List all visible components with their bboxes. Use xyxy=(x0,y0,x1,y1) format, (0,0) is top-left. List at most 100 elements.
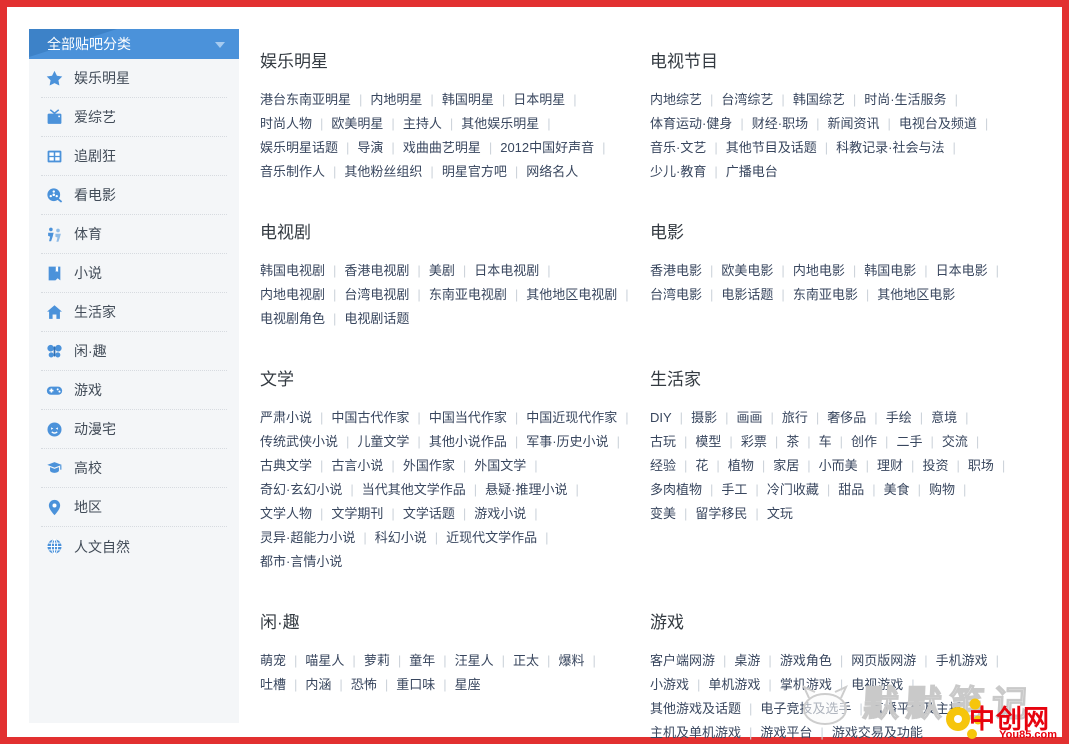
category-link[interactable]: 萌宠 xyxy=(260,653,286,668)
category-link[interactable]: 重口味 xyxy=(396,677,435,692)
category-link[interactable]: 新闻资讯 xyxy=(827,116,879,131)
category-link[interactable]: 台湾综艺 xyxy=(721,92,773,107)
category-link[interactable]: 传统武侠小说 xyxy=(260,434,338,449)
category-link[interactable]: 韩国电视剧 xyxy=(260,263,325,278)
category-link[interactable]: 小而美 xyxy=(819,458,858,473)
category-link[interactable]: 童年 xyxy=(409,653,435,668)
category-link[interactable]: 台湾电影 xyxy=(650,287,702,302)
category-link[interactable]: 科教记录·社会与法 xyxy=(836,140,944,155)
category-link[interactable]: 时尚人物 xyxy=(260,116,312,131)
category-link[interactable]: 都市·言情小说 xyxy=(260,554,342,569)
category-link[interactable]: 少儿·教育 xyxy=(650,164,706,179)
category-link[interactable]: 车 xyxy=(819,434,832,449)
category-link[interactable]: 奇幻·玄幻小说 xyxy=(260,482,342,497)
category-link[interactable]: 意境 xyxy=(931,410,957,425)
category-link[interactable]: 儿童文学 xyxy=(357,434,409,449)
category-link[interactable]: 游戏平台 xyxy=(760,725,812,740)
category-link[interactable]: 中国近现代作家 xyxy=(526,410,617,425)
category-link[interactable]: 主机及单机游戏 xyxy=(650,725,741,740)
category-link[interactable]: 电视游戏 xyxy=(851,677,903,692)
category-link[interactable]: 主持人 xyxy=(403,116,442,131)
category-link[interactable]: 当代其他文学作品 xyxy=(362,482,466,497)
sidebar-item-9[interactable]: 游戏 xyxy=(41,371,227,410)
category-link[interactable]: 灵异·超能力小说 xyxy=(260,530,355,545)
category-link[interactable]: 韩国电影 xyxy=(864,263,916,278)
category-link[interactable]: 其他小说作品 xyxy=(429,434,507,449)
category-link[interactable]: 文学话题 xyxy=(403,506,455,521)
category-link[interactable]: 萝莉 xyxy=(364,653,390,668)
category-link[interactable]: 香港电影 xyxy=(650,263,702,278)
category-link[interactable]: 内地明星 xyxy=(370,92,422,107)
category-link[interactable]: 明星官方吧 xyxy=(442,164,507,179)
category-link[interactable]: 单机游戏 xyxy=(708,677,760,692)
category-link[interactable]: 其他游戏及话题 xyxy=(650,701,741,716)
sidebar-item-5[interactable]: 体育 xyxy=(41,215,227,254)
category-link[interactable]: 留学移民 xyxy=(695,506,747,521)
sidebar-item-3[interactable]: 追剧狂 xyxy=(41,137,227,176)
category-link[interactable]: 电视台及频道 xyxy=(899,116,977,131)
sidebar-header[interactable]: 全部贴吧分类 xyxy=(29,29,239,59)
category-link[interactable]: 掌机游戏 xyxy=(780,677,832,692)
category-link[interactable]: 经验 xyxy=(650,458,676,473)
category-link[interactable]: 桌游 xyxy=(734,653,760,668)
category-link[interactable]: 职场 xyxy=(968,458,994,473)
category-link[interactable]: 音乐·文艺 xyxy=(650,140,706,155)
category-link[interactable]: 日本电影 xyxy=(936,263,988,278)
category-link[interactable]: 汪星人 xyxy=(455,653,494,668)
category-link[interactable]: 其他地区电影 xyxy=(877,287,955,302)
category-link[interactable]: 冷门收藏 xyxy=(767,482,819,497)
category-link[interactable]: 外国文学 xyxy=(474,458,526,473)
sidebar-item-7[interactable]: 生活家 xyxy=(41,293,227,332)
category-link[interactable]: 手机游戏 xyxy=(936,653,988,668)
category-link[interactable]: 游戏交易及功能 xyxy=(832,725,923,740)
category-link[interactable]: 电视剧话题 xyxy=(344,311,409,326)
sidebar-item-8[interactable]: 闲·趣 xyxy=(41,332,227,371)
category-link[interactable]: 电子竞技及选手 xyxy=(760,701,851,716)
category-link[interactable]: 手绘 xyxy=(886,410,912,425)
category-link[interactable]: 古典文学 xyxy=(260,458,312,473)
category-link[interactable]: 东南亚电视剧 xyxy=(429,287,507,302)
category-link[interactable]: 理财 xyxy=(877,458,903,473)
category-link[interactable]: 美剧 xyxy=(429,263,455,278)
category-link[interactable]: 正太 xyxy=(513,653,539,668)
category-link[interactable]: 甜品 xyxy=(838,482,864,497)
category-link[interactable]: 网页版网游 xyxy=(851,653,916,668)
sidebar-item-2[interactable]: 爱综艺 xyxy=(41,98,227,137)
category-link[interactable]: 美食 xyxy=(884,482,910,497)
category-link[interactable]: 音乐制作人 xyxy=(260,164,325,179)
category-link[interactable]: 古玩 xyxy=(650,434,676,449)
category-link[interactable]: 日本明星 xyxy=(513,92,565,107)
category-link[interactable]: 摄影 xyxy=(691,410,717,425)
category-link[interactable]: DIY xyxy=(650,410,672,425)
category-link[interactable]: 内地电影 xyxy=(793,263,845,278)
category-link[interactable]: 悬疑·推理小说 xyxy=(485,482,567,497)
category-link[interactable]: 外国作家 xyxy=(403,458,455,473)
category-link[interactable]: 体育运动·健身 xyxy=(650,116,732,131)
category-link[interactable]: 娱乐明星话题 xyxy=(260,140,338,155)
category-link[interactable]: 欧美电影 xyxy=(721,263,773,278)
category-link[interactable]: 香港电视剧 xyxy=(344,263,409,278)
category-link[interactable]: 花 xyxy=(695,458,708,473)
sidebar-item-1[interactable]: 娱乐明星 xyxy=(41,59,227,98)
category-link[interactable]: 茶 xyxy=(786,434,799,449)
category-link[interactable]: 韩国明星 xyxy=(442,92,494,107)
category-link[interactable]: 广播电台 xyxy=(726,164,778,179)
category-link[interactable]: 财经·职场 xyxy=(752,116,808,131)
category-link[interactable]: 科幻小说 xyxy=(375,530,427,545)
category-link[interactable]: 手工 xyxy=(721,482,747,497)
category-link[interactable]: 多肉植物 xyxy=(650,482,702,497)
category-link[interactable]: 军事·历史小说 xyxy=(526,434,608,449)
category-link[interactable]: 台湾电视剧 xyxy=(344,287,409,302)
category-link[interactable]: 喵星人 xyxy=(305,653,344,668)
category-link[interactable]: 文学期刊 xyxy=(331,506,383,521)
category-link[interactable]: 近现代文学作品 xyxy=(446,530,537,545)
category-link[interactable]: 星座 xyxy=(455,677,481,692)
category-link[interactable]: 韩国综艺 xyxy=(793,92,845,107)
category-link[interactable]: 欧美明星 xyxy=(331,116,383,131)
category-link[interactable]: 恐怖 xyxy=(351,677,377,692)
category-link[interactable]: 中国当代作家 xyxy=(429,410,507,425)
sidebar-item-6[interactable]: 小说 xyxy=(41,254,227,293)
category-link[interactable]: 内地综艺 xyxy=(650,92,702,107)
category-link[interactable]: 文学人物 xyxy=(260,506,312,521)
category-link[interactable]: 游戏角色 xyxy=(780,653,832,668)
